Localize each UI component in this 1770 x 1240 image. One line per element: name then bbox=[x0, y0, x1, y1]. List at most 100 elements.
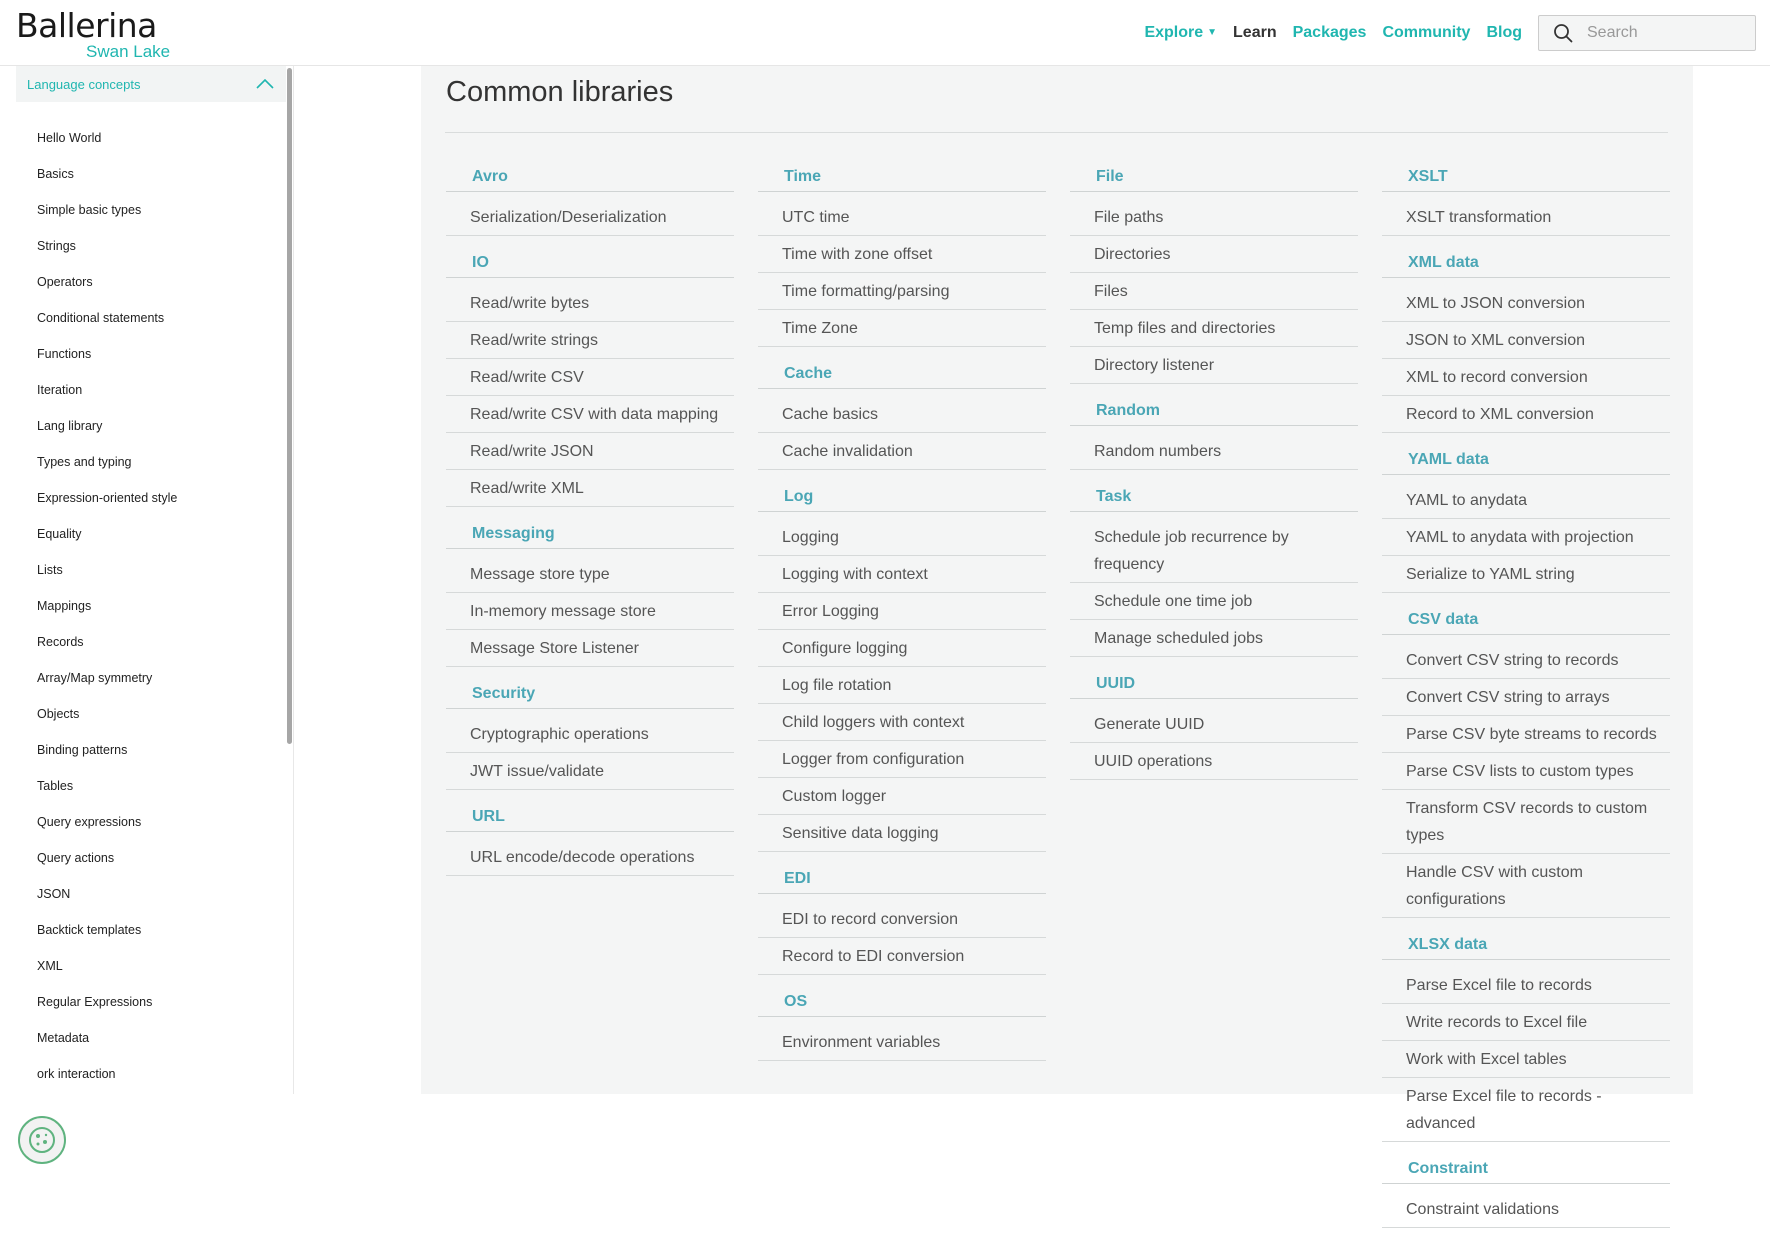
library-example-link[interactable]: Manage scheduled jobs bbox=[1070, 620, 1358, 657]
library-example-link[interactable]: Cache basics bbox=[758, 389, 1046, 433]
sidebar-item[interactable]: Array/Map symmetry bbox=[37, 670, 177, 706]
library-example-link[interactable]: XML to record conversion bbox=[1382, 359, 1670, 396]
chevron-up-icon[interactable] bbox=[256, 79, 274, 89]
library-example-link[interactable]: Serialize to YAML string bbox=[1382, 556, 1670, 593]
library-example-link[interactable]: Transform CSV records to custom types bbox=[1382, 790, 1670, 854]
library-example-link[interactable]: JWT issue/validate bbox=[446, 753, 734, 790]
sidebar-section-header[interactable]: Language concepts bbox=[16, 66, 286, 102]
library-section-title[interactable]: Log bbox=[758, 482, 1046, 512]
library-example-link[interactable]: EDI to record conversion bbox=[758, 894, 1046, 938]
library-section-title[interactable]: OS bbox=[758, 987, 1046, 1017]
library-example-link[interactable]: Time formatting/parsing bbox=[758, 273, 1046, 310]
sidebar-item[interactable]: XML bbox=[37, 958, 177, 994]
sidebar-item[interactable]: Tables bbox=[37, 778, 177, 814]
library-example-link[interactable]: YAML to anydata with projection bbox=[1382, 519, 1670, 556]
library-example-link[interactable]: Parse CSV lists to custom types bbox=[1382, 753, 1670, 790]
nav-explore[interactable]: Explore ▼ bbox=[1144, 24, 1217, 42]
library-example-link[interactable]: Parse CSV byte streams to records bbox=[1382, 716, 1670, 753]
library-section-title[interactable]: Constraint bbox=[1382, 1154, 1670, 1184]
sidebar-item[interactable]: Metadata bbox=[37, 1030, 177, 1066]
library-section-title[interactable]: IO bbox=[446, 248, 734, 278]
library-example-link[interactable]: YAML to anydata bbox=[1382, 475, 1670, 519]
library-example-link[interactable]: Handle CSV with custom configurations bbox=[1382, 854, 1670, 918]
library-example-link[interactable]: Logging with context bbox=[758, 556, 1046, 593]
library-example-link[interactable]: Record to XML conversion bbox=[1382, 396, 1670, 433]
library-example-link[interactable]: Parse Excel file to records bbox=[1382, 960, 1670, 1004]
ballerina-logo[interactable]: Ballerina Swan Lake bbox=[16, 6, 186, 61]
sidebar-item[interactable]: Basics bbox=[37, 166, 177, 202]
sidebar-item[interactable]: Hello World bbox=[37, 130, 177, 166]
sidebar-item[interactable]: ork interaction bbox=[37, 1066, 177, 1102]
sidebar-item[interactable]: Backtick templates bbox=[37, 922, 177, 958]
library-example-link[interactable]: Convert CSV string to arrays bbox=[1382, 679, 1670, 716]
library-example-link[interactable]: File paths bbox=[1070, 192, 1358, 236]
library-example-link[interactable]: Read/write bytes bbox=[446, 278, 734, 322]
library-section-title[interactable]: YAML data bbox=[1382, 445, 1670, 475]
library-section-title[interactable]: File bbox=[1070, 162, 1358, 192]
library-example-link[interactable]: Temp files and directories bbox=[1070, 310, 1358, 347]
sidebar-item[interactable]: Records bbox=[37, 634, 177, 670]
sidebar-item[interactable]: Operators bbox=[37, 274, 177, 310]
library-example-link[interactable]: XML to JSON conversion bbox=[1382, 278, 1670, 322]
library-example-link[interactable]: UUID operations bbox=[1070, 743, 1358, 780]
library-example-link[interactable]: Time with zone offset bbox=[758, 236, 1046, 273]
nav-packages[interactable]: Packages bbox=[1293, 24, 1367, 42]
library-example-link[interactable]: Read/write XML bbox=[446, 470, 734, 507]
library-example-link[interactable]: Message store type bbox=[446, 549, 734, 593]
sidebar-item[interactable]: Functions bbox=[37, 346, 177, 382]
library-section-title[interactable]: URL bbox=[446, 802, 734, 832]
library-example-link[interactable]: Serialization/Deserialization bbox=[446, 192, 734, 236]
sidebar-item[interactable]: JSON bbox=[37, 886, 177, 922]
library-example-link[interactable]: Environment variables bbox=[758, 1017, 1046, 1061]
cookie-settings-button[interactable] bbox=[18, 1116, 66, 1164]
library-section-title[interactable]: Task bbox=[1070, 482, 1358, 512]
library-example-link[interactable]: Message Store Listener bbox=[446, 630, 734, 667]
library-example-link[interactable]: Child loggers with context bbox=[758, 704, 1046, 741]
library-example-link[interactable]: Cache invalidation bbox=[758, 433, 1046, 470]
library-section-title[interactable]: CSV data bbox=[1382, 605, 1670, 635]
sidebar-item[interactable]: Expression-oriented style bbox=[37, 490, 177, 526]
library-example-link[interactable]: XSLT transformation bbox=[1382, 192, 1670, 236]
library-example-link[interactable]: JSON to XML conversion bbox=[1382, 322, 1670, 359]
library-example-link[interactable]: Cryptographic operations bbox=[446, 709, 734, 753]
library-example-link[interactable]: Directory listener bbox=[1070, 347, 1358, 384]
library-example-link[interactable]: Schedule job recurrence by frequency bbox=[1070, 512, 1358, 583]
sidebar-scrollbar[interactable] bbox=[287, 68, 292, 744]
library-example-link[interactable]: Configure logging bbox=[758, 630, 1046, 667]
library-example-link[interactable]: Log file rotation bbox=[758, 667, 1046, 704]
library-example-link[interactable]: Constraint validations bbox=[1382, 1184, 1670, 1228]
sidebar-item[interactable]: Strings bbox=[37, 238, 177, 274]
library-example-link[interactable]: Time Zone bbox=[758, 310, 1046, 347]
library-example-link[interactable]: Read/write JSON bbox=[446, 433, 734, 470]
library-example-link[interactable]: Record to EDI conversion bbox=[758, 938, 1046, 975]
library-section-title[interactable]: XLSX data bbox=[1382, 930, 1670, 960]
library-example-link[interactable]: UTC time bbox=[758, 192, 1046, 236]
sidebar-item[interactable]: Types and typing bbox=[37, 454, 177, 490]
library-example-link[interactable]: Read/write strings bbox=[446, 322, 734, 359]
library-example-link[interactable]: URL encode/decode operations bbox=[446, 832, 734, 876]
library-example-link[interactable]: Error Logging bbox=[758, 593, 1046, 630]
library-example-link[interactable]: Read/write CSV with data mapping bbox=[446, 396, 734, 433]
library-example-link[interactable]: Logger from configuration bbox=[758, 741, 1046, 778]
library-example-link[interactable]: Read/write CSV bbox=[446, 359, 734, 396]
library-section-title[interactable]: Avro bbox=[446, 162, 734, 192]
nav-blog[interactable]: Blog bbox=[1486, 24, 1522, 42]
library-example-link[interactable]: Write records to Excel file bbox=[1382, 1004, 1670, 1041]
library-example-link[interactable]: Logging bbox=[758, 512, 1046, 556]
library-example-link[interactable]: In-memory message store bbox=[446, 593, 734, 630]
library-section-title[interactable]: Time bbox=[758, 162, 1046, 192]
sidebar-item[interactable]: Objects bbox=[37, 706, 177, 742]
sidebar-item[interactable]: Equality bbox=[37, 526, 177, 562]
library-example-link[interactable]: Schedule one time job bbox=[1070, 583, 1358, 620]
sidebar-item[interactable]: Query expressions bbox=[37, 814, 177, 850]
library-section-title[interactable]: Messaging bbox=[446, 519, 734, 549]
library-section-title[interactable]: XSLT bbox=[1382, 162, 1670, 192]
library-example-link[interactable]: Directories bbox=[1070, 236, 1358, 273]
library-example-link[interactable]: Convert CSV string to records bbox=[1382, 635, 1670, 679]
nav-community[interactable]: Community bbox=[1382, 24, 1470, 42]
sidebar-item[interactable]: Iteration bbox=[37, 382, 177, 418]
sidebar-item[interactable]: Regular Expressions bbox=[37, 994, 177, 1030]
sidebar-item[interactable]: Lists bbox=[37, 562, 177, 598]
library-section-title[interactable]: Random bbox=[1070, 396, 1358, 426]
library-section-title[interactable]: Cache bbox=[758, 359, 1046, 389]
